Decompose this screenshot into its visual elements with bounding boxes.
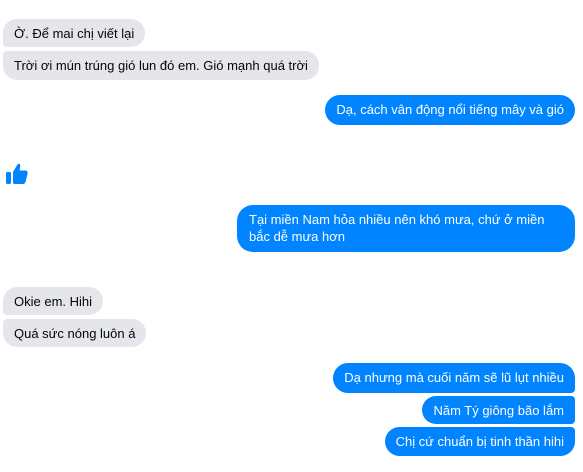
- message-bubble-incoming[interactable]: Ờ. Để mai chị viết lại: [3, 19, 146, 47]
- message-bubble-outgoing[interactable]: Năm Tý giông bão lắm: [422, 396, 575, 424]
- message-bubble-incoming[interactable]: Okie em. Hihi: [3, 287, 104, 315]
- message-bubble-outgoing[interactable]: Tại miền Nam hỏa nhiều nên khó mưa, chứ …: [237, 205, 575, 252]
- message-bubble-outgoing[interactable]: Chị cứ chuẩn bị tinh thần hihi: [384, 427, 575, 456]
- thumbs-up-icon[interactable]: [5, 162, 29, 186]
- thumbs-up-icon-graphic: [6, 163, 28, 184]
- message-bubble-outgoing[interactable]: Dạ, cách vân động nổi tiếng mây và gió: [325, 95, 575, 125]
- message-bubble-incoming[interactable]: Trời ơi mún trúng gió lun đó em. Gió mạn…: [3, 51, 319, 80]
- message-bubble-outgoing[interactable]: Dạ nhưng mà cuối năm sẽ lũ lụt nhiều: [333, 363, 575, 393]
- message-bubble-incoming[interactable]: Quá sức nóng luôn á: [3, 319, 147, 347]
